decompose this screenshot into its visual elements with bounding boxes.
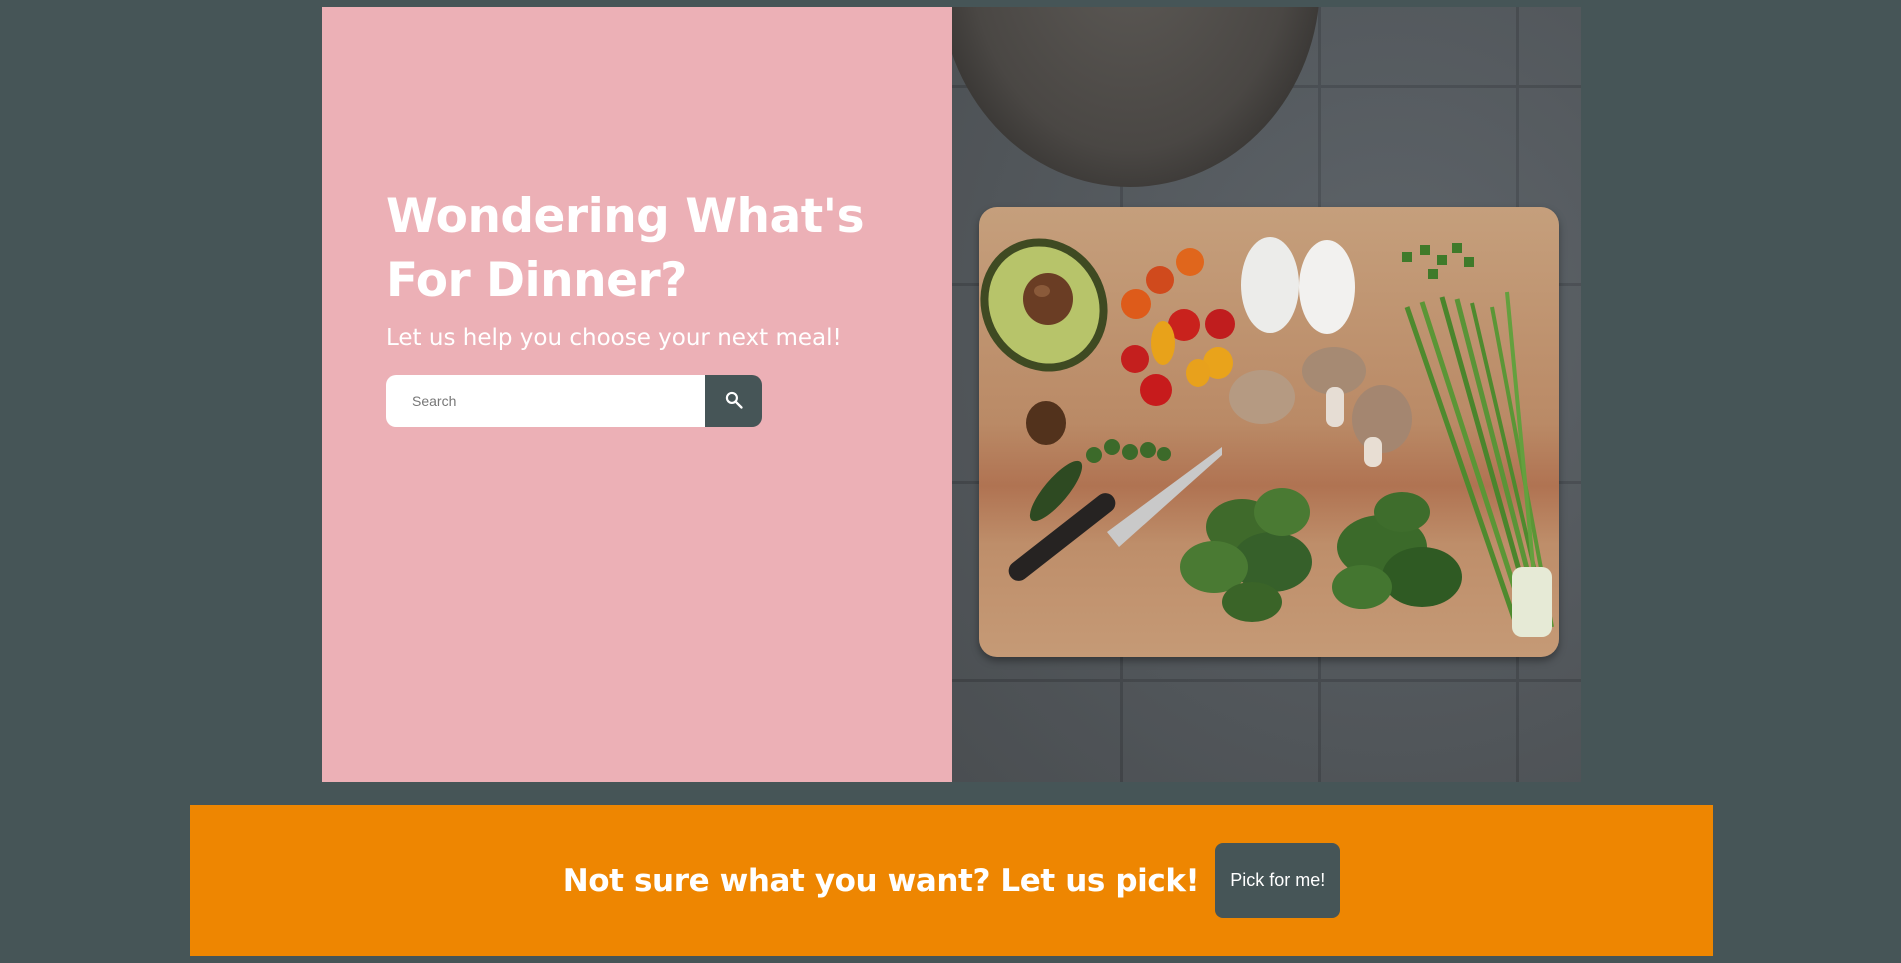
mushrooms [1229, 347, 1412, 467]
hero-subheadline: Let us help you choose your next meal! [386, 325, 842, 351]
search-button[interactable] [705, 375, 762, 427]
hero-headline: Wondering What's For Dinner? [386, 185, 906, 313]
food-photo [980, 237, 1554, 637]
spinach [1180, 488, 1312, 622]
pick-for-me-banner: Not sure what you want? Let us pick! Pic… [190, 805, 1713, 956]
hero-food-image [952, 7, 1581, 782]
headline-line-2: For Dinner? [386, 253, 687, 308]
search-icon [724, 390, 744, 413]
avocado [980, 238, 1108, 372]
search-bar [386, 375, 762, 427]
eggs [1241, 237, 1355, 334]
cta-text: Not sure what you want? Let us pick! [562, 862, 1200, 899]
hero-text-block: Wondering What's For Dinner? Let us help… [386, 185, 906, 427]
search-input[interactable] [386, 375, 705, 427]
cherry-tomatoes [1121, 248, 1235, 406]
arugula [1332, 492, 1462, 609]
headline-line-1: Wondering What's [386, 189, 865, 244]
hero-section: Wondering What's For Dinner? Let us help… [322, 7, 1581, 782]
pick-for-me-button[interactable]: Pick for me! [1215, 843, 1341, 918]
hero-left-panel: Wondering What's For Dinner? Let us help… [322, 7, 952, 782]
